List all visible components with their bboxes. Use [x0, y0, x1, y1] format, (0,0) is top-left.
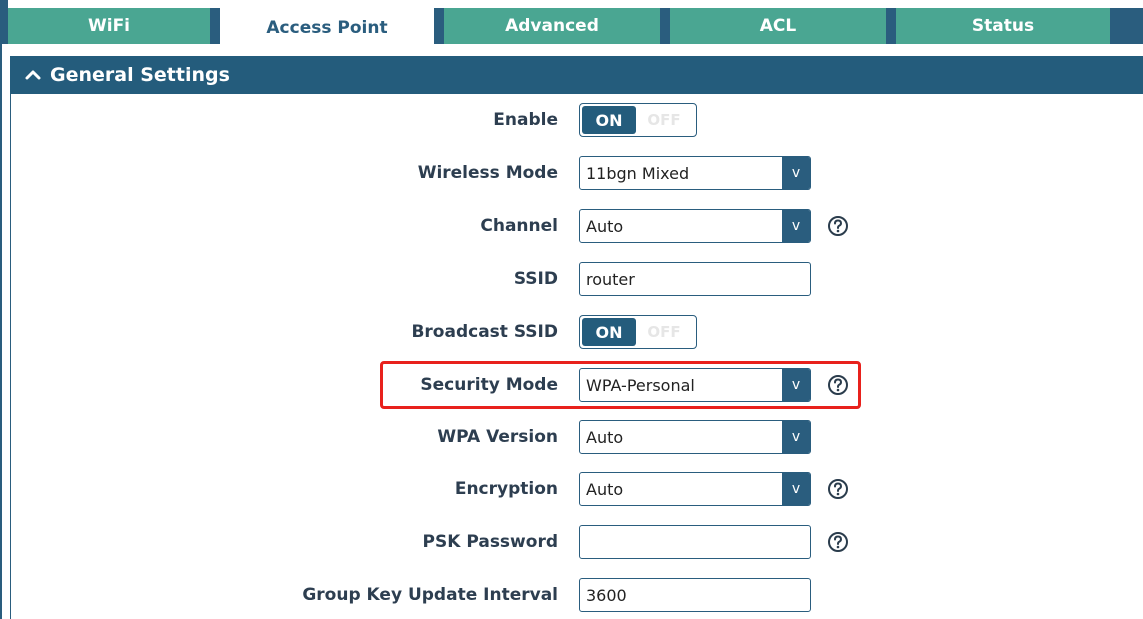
- help-icon[interactable]: [827, 478, 849, 500]
- chevron-down-icon: v: [782, 157, 810, 189]
- tab-bar: WiFi Access Point Advanced ACL Status: [0, 0, 1143, 48]
- chevron-down-icon: v: [782, 369, 810, 401]
- chevron-down-icon: v: [782, 473, 810, 505]
- enable-label: Enable: [493, 110, 558, 130]
- section-header-general-settings[interactable]: General Settings: [10, 56, 1143, 94]
- psk-password-control: [579, 525, 859, 559]
- tab-advanced[interactable]: Advanced: [444, 8, 660, 44]
- security-mode-select[interactable]: WPA-Personal v: [579, 368, 811, 402]
- row-channel: Channel Auto v: [11, 206, 1143, 246]
- toggle-on: ON: [582, 318, 636, 346]
- channel-value: Auto: [586, 216, 624, 236]
- group-key-update-interval-input[interactable]: [579, 578, 811, 612]
- row-encryption: Encryption Auto v: [11, 469, 1143, 509]
- ssid-label: SSID: [513, 269, 558, 289]
- encryption-label: Encryption: [454, 479, 558, 499]
- toggle-off: OFF: [647, 323, 681, 341]
- help-icon[interactable]: [827, 374, 849, 396]
- row-wireless-mode: Wireless Mode 11bgn Mixed v: [11, 153, 1143, 193]
- wireless-mode-value: 11bgn Mixed: [586, 163, 690, 183]
- wpa-version-label: WPA Version: [437, 427, 558, 447]
- wpa-version-select[interactable]: Auto v: [579, 420, 811, 454]
- row-security-mode: Security Mode WPA-Personal v: [11, 361, 1143, 409]
- chevron-up-icon: [25, 70, 41, 80]
- psk-password-label: PSK Password: [422, 532, 558, 552]
- row-psk-password: PSK Password: [11, 522, 1143, 562]
- security-mode-control: WPA-Personal v: [579, 368, 859, 402]
- encryption-control: Auto v: [579, 472, 859, 506]
- row-enable: Enable ON OFF: [11, 100, 1143, 140]
- chevron-down-icon: v: [782, 421, 810, 453]
- tab-wifi[interactable]: WiFi: [8, 8, 210, 44]
- broadcast-ssid-label: Broadcast SSID: [411, 322, 558, 342]
- tab-separator: [210, 8, 220, 44]
- tab-access-point[interactable]: Access Point: [220, 8, 434, 48]
- settings-panel: General Settings Enable ON OFF Wireless …: [0, 44, 1143, 619]
- row-group-key-update-interval: Group Key Update Interval: [11, 575, 1143, 615]
- row-wpa-version: WPA Version Auto v: [11, 417, 1143, 457]
- settings-form: Enable ON OFF Wireless Mode 11bgn Mixed …: [10, 94, 1143, 619]
- row-ssid: SSID: [11, 259, 1143, 299]
- channel-label: Channel: [480, 216, 558, 236]
- tab-acl[interactable]: ACL: [670, 8, 886, 44]
- section-title: General Settings: [50, 64, 230, 86]
- security-mode-label: Security Mode: [420, 375, 558, 395]
- toggle-off: OFF: [647, 111, 681, 129]
- wpa-version-value: Auto: [586, 427, 624, 447]
- tab-separator: [434, 8, 444, 44]
- tab-separator: [886, 8, 896, 44]
- tab-status[interactable]: Status: [896, 8, 1110, 44]
- tab-separator: [660, 8, 670, 44]
- security-mode-value: WPA-Personal: [586, 375, 695, 395]
- wireless-mode-label: Wireless Mode: [417, 163, 558, 183]
- group-key-update-interval-label: Group Key Update Interval: [302, 585, 558, 605]
- encryption-value: Auto: [586, 479, 624, 499]
- row-broadcast-ssid: Broadcast SSID ON OFF: [11, 312, 1143, 352]
- channel-select[interactable]: Auto v: [579, 209, 811, 243]
- broadcast-ssid-toggle[interactable]: ON OFF: [579, 315, 697, 349]
- psk-password-input[interactable]: [579, 525, 811, 559]
- chevron-down-icon: v: [782, 210, 810, 242]
- tab-separator: [1110, 8, 1143, 44]
- enable-toggle[interactable]: ON OFF: [579, 103, 697, 137]
- help-icon[interactable]: [827, 531, 849, 553]
- channel-control: Auto v: [579, 209, 859, 243]
- help-icon[interactable]: [827, 215, 849, 237]
- wireless-mode-select[interactable]: 11bgn Mixed v: [579, 156, 811, 190]
- encryption-select[interactable]: Auto v: [579, 472, 811, 506]
- ssid-input[interactable]: [579, 262, 811, 296]
- toggle-on: ON: [582, 106, 636, 134]
